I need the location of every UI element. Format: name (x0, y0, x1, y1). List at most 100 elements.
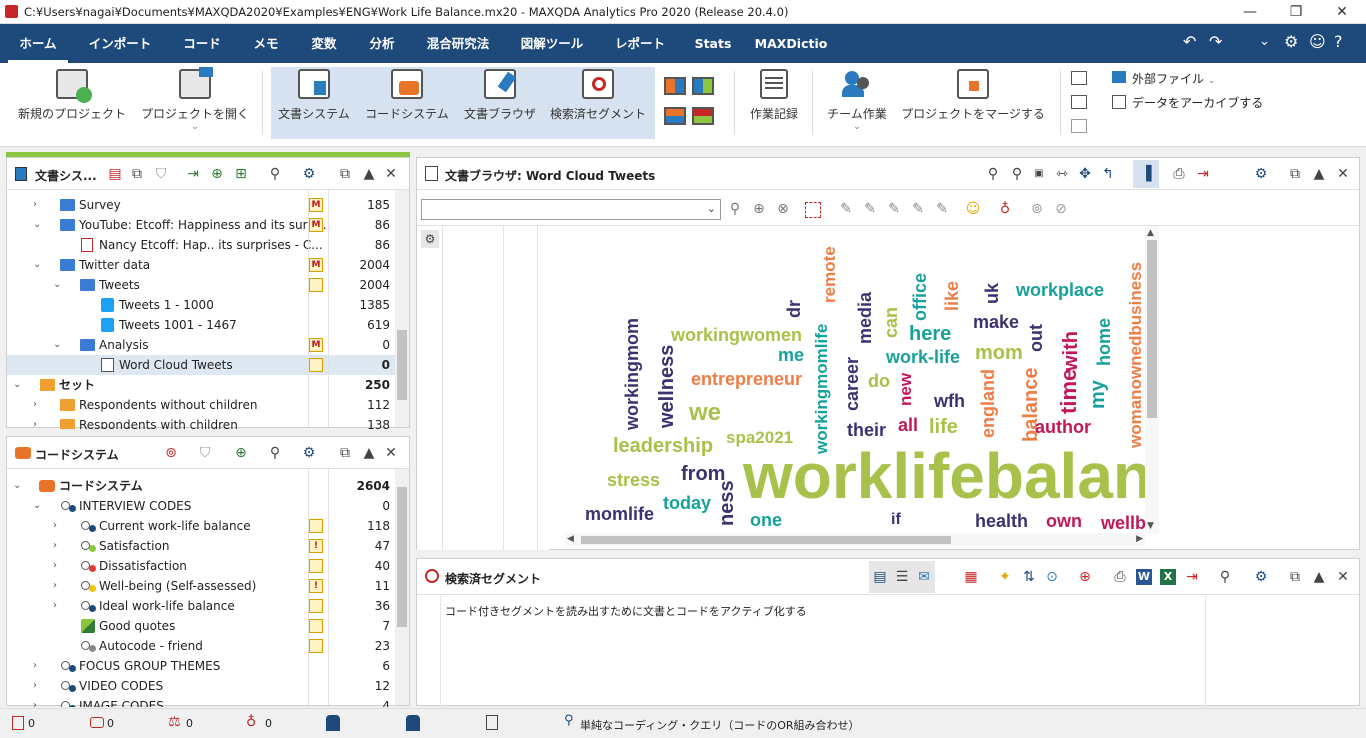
link-icon[interactable]: ⊚ (1029, 201, 1045, 217)
search-icon[interactable]: ⚲ (267, 445, 283, 461)
vertical-scrollbar[interactable] (395, 469, 409, 705)
sort-icon[interactable]: ⇅ (1021, 569, 1037, 585)
maximize-button[interactable]: ❐ (1273, 0, 1319, 24)
layout-1-icon[interactable] (664, 77, 686, 95)
menu-variables[interactable]: 変数 (298, 24, 350, 63)
scrollbar-thumb[interactable] (1147, 240, 1157, 418)
export-icon[interactable]: ⇥ (1184, 569, 1200, 585)
tree-row[interactable]: Tweets 1 - 1000 1385 (7, 295, 395, 315)
scrollbar-thumb[interactable] (397, 487, 407, 627)
chevron-down-icon[interactable]: ⌄ (53, 275, 61, 295)
close-button[interactable]: ✕ (1319, 0, 1365, 24)
tree-row[interactable]: ⌄ YouTube: Etcoff: Happiness and its surp… (7, 215, 395, 235)
tree-row[interactable]: › Dissatisfaction 40 (7, 556, 395, 576)
export-icon[interactable]: ⇥ (1195, 166, 1211, 182)
scroll-left-icon[interactable]: ◀ (567, 534, 574, 544)
close-icon[interactable]: ✕ (383, 166, 399, 182)
word-export-icon[interactable]: W (1136, 569, 1152, 585)
chevron-down-icon[interactable]: ⌄ (13, 476, 21, 496)
memo-icon[interactable] (309, 559, 323, 573)
chevron-down-icon[interactable]: ⌄ (33, 215, 41, 235)
close-icon[interactable]: ✕ (383, 445, 399, 461)
tree-row[interactable]: Autocode - friend 23 (7, 636, 395, 656)
gear-icon[interactable]: ⚙ (301, 166, 317, 182)
close-icon[interactable]: ✕ (1335, 569, 1351, 585)
comment-view-icon[interactable]: ✉ (916, 569, 932, 585)
retrieved-segments-button[interactable]: 検索済セグメント (548, 67, 648, 122)
tree-row[interactable]: › IMAGE CODES 4 (7, 696, 395, 707)
code-add-icon[interactable]: ⊕ (1077, 569, 1093, 585)
pen-icon[interactable]: ✎ (886, 201, 902, 217)
chevron-right-icon[interactable]: › (33, 415, 37, 429)
scroll-right-icon[interactable]: ▶ (1136, 534, 1143, 544)
document-browser-button[interactable]: 文書ブラウザ (460, 67, 540, 122)
search-icon[interactable]: ⚲ (1217, 569, 1233, 585)
print-icon[interactable]: ⎙ (1112, 569, 1128, 585)
help-icon[interactable]: ? (1334, 32, 1343, 51)
zoom-out-icon[interactable]: ⚲ (985, 166, 1001, 182)
tree-row[interactable]: ⌄ Analysis M 0 (7, 335, 395, 355)
copy-icon[interactable]: ⧉ (129, 166, 145, 182)
undock-icon[interactable]: ⧉ (337, 166, 353, 182)
menu-import[interactable]: インポート (80, 24, 160, 63)
scrollbar-thumb[interactable] (581, 536, 951, 544)
collapse-icon[interactable]: ▲ (1311, 569, 1327, 585)
tree-row[interactable]: ⌄ Tweets 2004 (7, 275, 395, 295)
highlight-icon[interactable]: ✦ (997, 569, 1013, 585)
code-pin-icon[interactable]: ⚲ (727, 201, 743, 217)
menu-home[interactable]: ホーム (8, 24, 68, 63)
chevron-right-icon[interactable]: › (53, 556, 57, 576)
undock-icon[interactable]: ⧉ (1287, 569, 1303, 585)
archive-data-button[interactable]: データをアーカイブする (1132, 94, 1263, 111)
chevron-right-icon[interactable]: › (33, 395, 37, 415)
zoom-100-icon[interactable]: ▣ (1031, 166, 1047, 182)
filter-icon[interactable]: ⛉ (197, 445, 213, 461)
teamwork-import-icon[interactable] (1071, 119, 1087, 133)
tree-row[interactable]: › Survey M 185 (7, 195, 395, 215)
merge-projects-button[interactable]: プロジェクトをマージする (898, 67, 1048, 122)
tree-row[interactable]: Good quotes 7 (7, 616, 395, 636)
chevron-right-icon[interactable]: › (53, 576, 57, 596)
chevron-right-icon[interactable]: › (33, 676, 37, 696)
code-system-button[interactable]: コードシステム (362, 67, 452, 122)
menu-mixed-methods[interactable]: 混合研究法 (416, 24, 500, 63)
chevron-right-icon[interactable]: › (33, 656, 37, 676)
undo-icon[interactable]: ↶ (1183, 32, 1196, 51)
chevron-right-icon[interactable]: › (33, 195, 37, 215)
external-files-button[interactable]: 外部ファイル ⌄ (1132, 70, 1215, 87)
code-add-icon[interactable]: ⊕ (751, 201, 767, 217)
code-dropdown[interactable]: ⌄ (421, 199, 721, 220)
code-in-vivo-icon[interactable]: ♁ (997, 201, 1013, 217)
chevron-down-icon[interactable]: ⌄ (53, 335, 61, 355)
memo-icon[interactable]: ! (309, 579, 323, 593)
tree-row[interactable]: ⌄ Twitter data M 2004 (7, 255, 395, 275)
code-remove-icon[interactable]: ⊗ (775, 201, 791, 217)
fit-page-icon[interactable]: ✥ (1077, 166, 1093, 182)
document-icon[interactable] (486, 715, 498, 730)
vertical-scrollbar[interactable] (395, 190, 409, 427)
activate-documents-icon[interactable]: ▤ (107, 166, 123, 182)
memo-icon[interactable]: M (309, 218, 323, 232)
menu-analysis[interactable]: 分析 (356, 24, 408, 63)
export-icon[interactable] (1071, 71, 1087, 85)
chevron-right-icon[interactable]: › (53, 596, 57, 616)
menu-stats[interactable]: Stats (686, 24, 740, 63)
sidebar-toggle-icon[interactable]: ▐ (1138, 166, 1154, 182)
table-icon[interactable]: ▦ (963, 569, 979, 585)
gear-icon[interactable]: ⚙ (421, 230, 439, 248)
tree-row[interactable]: ⌄ コードシステム 2604 (7, 476, 395, 496)
new-project-button[interactable]: 新規のプロジェクト (14, 67, 130, 122)
memo-icon[interactable] (309, 519, 323, 533)
tree-row[interactable]: › VIDEO CODES 12 (7, 676, 395, 696)
users-icon[interactable] (406, 715, 420, 731)
scrollbar-thumb[interactable] (397, 330, 407, 400)
gear-icon[interactable]: ⚙ (301, 445, 317, 461)
chevron-down-icon[interactable]: ⌄ (1259, 34, 1270, 49)
tree-row[interactable]: › Well-being (Self-assessed)! 11 (7, 576, 395, 596)
tree-row[interactable]: Nancy Etcoff: Hap.. its surprises - C...… (7, 235, 395, 255)
excel-export-icon[interactable]: X (1160, 569, 1176, 585)
menu-reports[interactable]: レポート (604, 24, 676, 63)
new-document-icon[interactable]: ⊕ (209, 166, 225, 182)
fit-width-icon[interactable]: ⇿ (1054, 166, 1070, 182)
tree-row[interactable]: › Current work-life balance 118 (7, 516, 395, 536)
